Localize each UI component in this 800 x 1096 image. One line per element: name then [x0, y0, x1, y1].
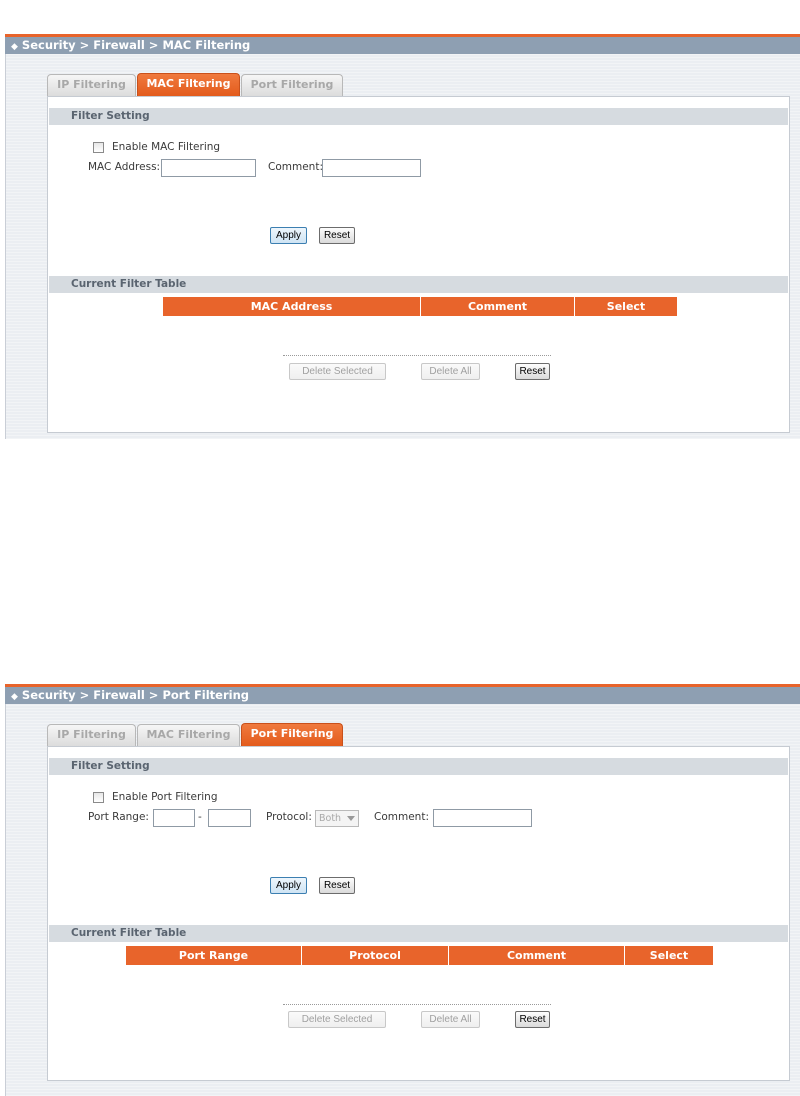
table-reset-button[interactable]: Reset — [515, 363, 550, 380]
port-range-separator: - — [198, 811, 202, 823]
breadcrumb-bar: ◆ Security > Firewall > Port Filtering — [5, 684, 800, 704]
tab-ip-filtering[interactable]: IP Filtering — [47, 74, 136, 96]
protocol-label: Protocol: — [266, 811, 312, 823]
port-filtering-panel: ◆ Security > Firewall > Port Filtering IP… — [5, 684, 800, 1096]
comment-input[interactable] — [322, 159, 421, 177]
column-select: Select — [575, 297, 677, 316]
delete-selected-button[interactable]: Delete Selected — [288, 1011, 386, 1028]
reset-button[interactable]: Reset — [319, 877, 355, 894]
content-area: Filter Setting Enable Port Filtering Por… — [47, 746, 790, 1081]
filter-table-header-row: Port Range Protocol Comment Select — [126, 946, 713, 965]
column-comment: Comment — [449, 946, 625, 965]
panel-body: IP Filtering MAC Filtering Port Filterin… — [5, 704, 800, 1096]
reset-button[interactable]: Reset — [319, 227, 355, 244]
chevron-down-icon — [347, 816, 355, 821]
breadcrumb: Security > Firewall > MAC Filtering — [21, 38, 251, 52]
tab-port-filtering[interactable]: Port Filtering — [241, 723, 343, 746]
table-divider — [283, 355, 551, 356]
port-range-label: Port Range: — [88, 811, 149, 823]
apply-button[interactable]: Apply — [270, 877, 307, 894]
enable-mac-filtering-checkbox[interactable] — [93, 142, 104, 153]
column-comment: Comment — [421, 297, 575, 316]
port-range-to-input[interactable] — [208, 809, 251, 827]
tab-port-filtering[interactable]: Port Filtering — [241, 74, 343, 96]
breadcrumb: Security > Firewall > Port Filtering — [21, 688, 250, 702]
diamond-icon: ◆ — [11, 42, 18, 52]
tab-ip-filtering[interactable]: IP Filtering — [47, 724, 136, 746]
apply-button[interactable]: Apply — [270, 227, 307, 244]
comment-label: Comment: — [268, 161, 323, 173]
protocol-select[interactable]: Both — [315, 810, 359, 827]
filter-table-header-row: MAC Address Comment Select — [163, 297, 677, 316]
current-filter-table-header: Current Filter Table — [49, 276, 788, 293]
table-divider — [283, 1004, 551, 1005]
protocol-selected-value: Both — [319, 813, 342, 824]
column-select: Select — [625, 946, 713, 965]
filter-setting-header: Filter Setting — [49, 758, 788, 775]
tab-mac-filtering[interactable]: MAC Filtering — [137, 73, 240, 96]
diamond-icon: ◆ — [11, 692, 18, 702]
mac-filtering-panel: ◆ Security > Firewall > MAC Filtering IP … — [5, 34, 800, 439]
content-area: Filter Setting Enable MAC Filtering MAC … — [47, 96, 790, 433]
filter-setting-header: Filter Setting — [49, 108, 788, 125]
enable-mac-filtering-label: Enable MAC Filtering — [112, 141, 221, 153]
port-range-from-input[interactable] — [153, 809, 195, 827]
column-protocol: Protocol — [302, 946, 449, 965]
panel-body: IP Filtering MAC Filtering Port Filterin… — [5, 54, 800, 439]
enable-port-filtering-checkbox[interactable] — [93, 792, 104, 803]
comment-label: Comment: — [374, 811, 429, 823]
column-mac-address: MAC Address — [163, 297, 421, 316]
delete-all-button[interactable]: Delete All — [421, 1011, 480, 1028]
enable-port-filtering-label: Enable Port Filtering — [112, 791, 218, 803]
mac-address-input[interactable] — [161, 159, 256, 177]
table-reset-button[interactable]: Reset — [515, 1011, 550, 1028]
comment-input[interactable] — [433, 809, 532, 827]
current-filter-table-header: Current Filter Table — [49, 925, 788, 942]
delete-selected-button[interactable]: Delete Selected — [289, 363, 386, 380]
mac-address-label: MAC Address: — [88, 161, 161, 173]
delete-all-button[interactable]: Delete All — [421, 363, 480, 380]
breadcrumb-bar: ◆ Security > Firewall > MAC Filtering — [5, 34, 800, 54]
tab-mac-filtering[interactable]: MAC Filtering — [137, 724, 240, 746]
column-port-range: Port Range — [126, 946, 302, 965]
